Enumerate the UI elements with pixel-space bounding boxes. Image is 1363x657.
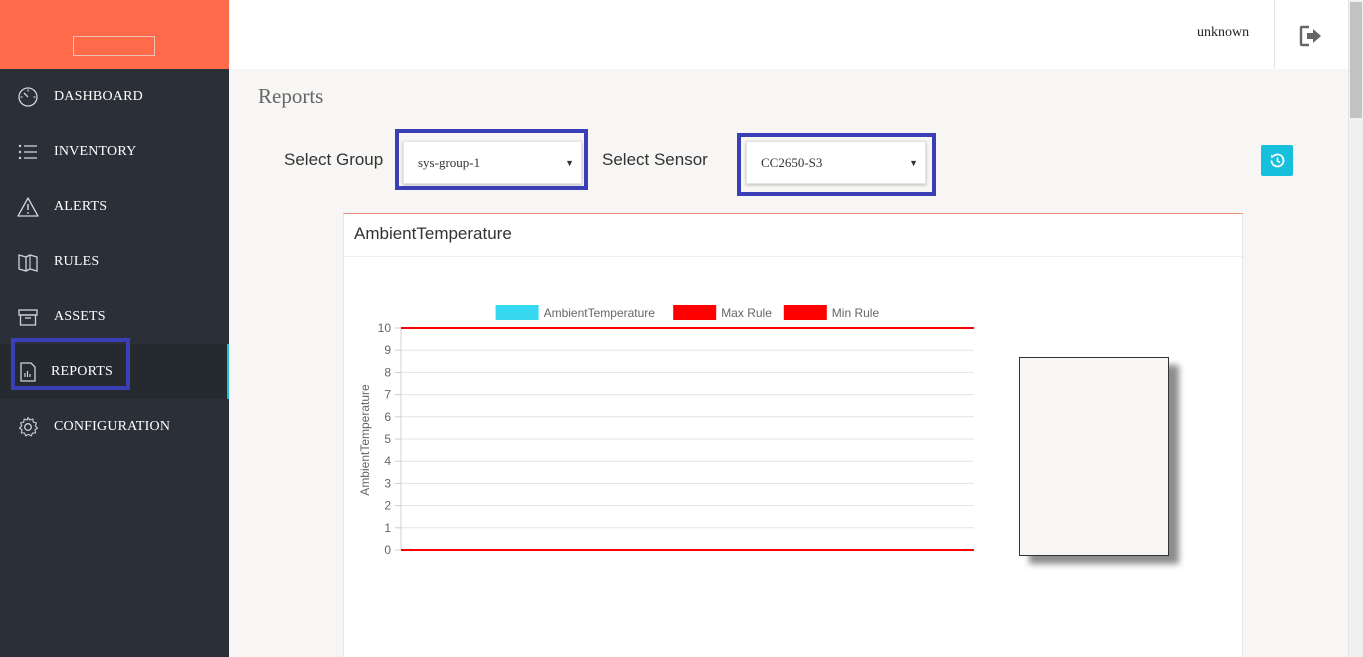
sidebar-item-configuration[interactable]: CONFIGURATION [0, 399, 229, 454]
book-icon [18, 253, 38, 272]
sensor-select[interactable]: CC2650-S3 ▼ [746, 141, 926, 184]
sidebar-item-label: ASSETS [54, 308, 106, 324]
y-tick-label: 8 [384, 365, 391, 379]
y-tick-label: 9 [384, 343, 391, 357]
sidebar-item-label: RULES [54, 253, 100, 269]
y-tick-label: 4 [384, 454, 391, 468]
select-sensor-label: Select Sensor [602, 150, 708, 169]
user-name[interactable]: unknown [1197, 25, 1249, 41]
history-refresh-button[interactable] [1261, 145, 1293, 176]
y-axis-ticks: 0 1 2 3 4 5 6 7 8 9 10 [378, 321, 392, 557]
select-group-label: Select Group [284, 150, 384, 169]
legend-label: AmbientTemperature [544, 306, 656, 320]
y-tick-label: 2 [384, 499, 391, 513]
gear-icon [18, 416, 39, 436]
brand-header [0, 0, 229, 69]
y-tick-label: 0 [384, 543, 391, 557]
logout-icon[interactable] [1299, 24, 1323, 48]
legend-label: Min Rule [832, 306, 880, 320]
dashboard-gauge-icon [18, 86, 38, 107]
side-panel-box [1019, 357, 1169, 556]
legend-label: Max Rule [721, 306, 772, 320]
y-tick-label: 3 [384, 476, 391, 490]
chart-grid [395, 327, 974, 551]
sidebar: DASHBOARD INVENTORY ALERTS RULES ASSETS … [0, 0, 229, 657]
y-tick-label: 1 [384, 521, 391, 535]
sidebar-item-alerts[interactable]: ALERTS [0, 179, 229, 234]
chevron-down-icon: ▼ [565, 157, 574, 168]
warning-triangle-icon [17, 196, 39, 217]
y-tick-label: 10 [378, 321, 392, 335]
chevron-down-icon: ▼ [909, 157, 918, 168]
y-tick-label: 6 [384, 410, 391, 424]
topbar-divider [1274, 0, 1275, 69]
sidebar-item-label: INVENTORY [54, 143, 137, 159]
group-select[interactable]: sys-group-1 ▼ [403, 141, 582, 184]
list-icon [18, 144, 37, 159]
scrollbar-thumb[interactable] [1350, 2, 1362, 118]
legend-swatch [673, 305, 717, 320]
chart-legend: AmbientTemperature Max Rule Min Rule [495, 305, 880, 320]
chart-card: AmbientTemperature AmbientTemperature Max… [343, 213, 1243, 657]
sidebar-item-label: CONFIGURATION [54, 418, 171, 434]
sidebar-item-label: ALERTS [54, 198, 108, 214]
top-bar: unknown [229, 0, 1348, 69]
sidebar-item-rules[interactable]: RULES [0, 234, 229, 289]
legend-swatch [783, 305, 827, 320]
y-tick-label: 5 [384, 432, 391, 446]
sidebar-item-assets[interactable]: ASSETS [0, 289, 229, 344]
reports-highlight-box [11, 338, 130, 390]
history-icon [1270, 153, 1285, 168]
y-tick-label: 7 [384, 388, 391, 402]
logo-image[interactable] [73, 36, 155, 56]
sidebar-item-dashboard[interactable]: DASHBOARD [0, 69, 229, 124]
page-title: Reports [258, 84, 324, 108]
y-axis-label: AmbientTemperature [358, 384, 372, 496]
sidebar-item-inventory[interactable]: INVENTORY [0, 124, 229, 179]
group-select-value: sys-group-1 [418, 154, 481, 170]
sidebar-item-label: DASHBOARD [54, 88, 143, 104]
box-icon [18, 308, 38, 326]
sensor-select-value: CC2650-S3 [761, 154, 823, 170]
legend-swatch [495, 305, 539, 320]
